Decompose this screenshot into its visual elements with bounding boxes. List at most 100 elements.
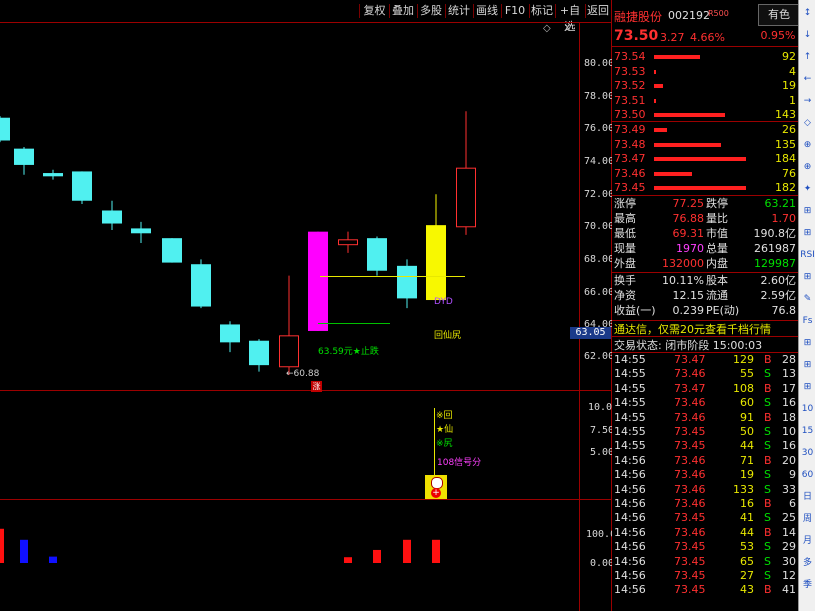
price-tick: 78.00 bbox=[584, 91, 615, 102]
sidebar-tool-9[interactable]: ⊞ bbox=[800, 204, 815, 219]
sidebar-tool-22[interactable]: 日 bbox=[800, 490, 815, 505]
tick-price: 73.46 bbox=[674, 525, 706, 539]
sell-bar bbox=[654, 98, 656, 103]
sidebar-tool-25[interactable]: 多 bbox=[800, 556, 815, 571]
tick-side: B bbox=[764, 453, 772, 467]
candle-body bbox=[72, 171, 92, 201]
tick-time: 14:56 bbox=[614, 468, 646, 482]
candle bbox=[131, 221, 151, 244]
sell-bar bbox=[654, 113, 725, 117]
candle-body bbox=[397, 265, 417, 299]
sidebar-tool-0[interactable]: ↕ bbox=[800, 6, 815, 21]
candle bbox=[102, 200, 122, 231]
candle-body bbox=[0, 117, 10, 141]
sidebar-tool-20[interactable]: 30 bbox=[800, 446, 815, 461]
tick-time: 14:56 bbox=[614, 453, 646, 467]
tick-price: 73.46 bbox=[674, 468, 706, 482]
volume-bar bbox=[373, 549, 381, 563]
price-tick: 68.00 bbox=[584, 254, 615, 265]
price-tick: 66.00 bbox=[584, 287, 615, 298]
candle bbox=[0, 116, 10, 143]
sidebar-tool-4[interactable]: → bbox=[800, 94, 815, 109]
stat-label: 总量 bbox=[706, 242, 728, 255]
volume-bar bbox=[49, 556, 57, 563]
tick-count: 14 bbox=[782, 525, 796, 539]
volume-bar bbox=[403, 539, 411, 563]
sidebar-tool-18[interactable]: 10 bbox=[800, 402, 815, 417]
tick-volume: 53 bbox=[740, 540, 754, 554]
tick-price: 73.47 bbox=[674, 381, 706, 395]
tick-row: 14:55 73.46 60 S 16 bbox=[612, 396, 798, 410]
tick-volume: 71 bbox=[740, 453, 754, 467]
tick-side: B bbox=[764, 381, 772, 395]
r-tag: R500 bbox=[708, 9, 729, 18]
sidebar-tool-5[interactable]: ◇ bbox=[800, 116, 815, 131]
tick-row: 14:55 73.46 91 B 18 bbox=[612, 411, 798, 425]
candle-body bbox=[131, 228, 151, 234]
sidebar-tool-16[interactable]: ⊞ bbox=[800, 358, 815, 373]
tick-side: B bbox=[764, 497, 772, 510]
tick-row: 14:56 73.45 41 S 25 bbox=[612, 511, 798, 525]
sidebar-tool-7[interactable]: ⊕ bbox=[800, 160, 815, 175]
tick-price: 73.45 bbox=[674, 511, 706, 525]
sidebar-tool-26[interactable]: 季 bbox=[800, 578, 815, 593]
sidebar-tool-1[interactable]: ↓ bbox=[800, 28, 815, 43]
sidebar-tool-11[interactable]: RSI bbox=[800, 248, 815, 263]
tick-time: 14:56 bbox=[614, 583, 646, 597]
tick-price: 73.46 bbox=[674, 497, 706, 510]
tick-volume: 41 bbox=[740, 511, 754, 525]
tick-count: 17 bbox=[782, 381, 796, 395]
sidebar-tool-17[interactable]: ⊞ bbox=[800, 380, 815, 395]
stock-code: 002192 bbox=[668, 9, 710, 22]
candle bbox=[72, 171, 92, 204]
tick-row: 14:56 73.45 65 S 30 bbox=[612, 555, 798, 569]
tick-time: 14:56 bbox=[614, 540, 646, 554]
sector-tag-button[interactable]: 有色 bbox=[758, 4, 800, 26]
sidebar-tool-23[interactable]: 周 bbox=[800, 512, 815, 527]
candle bbox=[220, 321, 240, 353]
sidebar-tool-13[interactable]: ✎ bbox=[800, 292, 815, 307]
sidebar-tool-14[interactable]: Fs bbox=[800, 314, 815, 329]
tick-time: 14:56 bbox=[614, 511, 646, 525]
sidebar-tool-2[interactable]: ↑ bbox=[800, 50, 815, 65]
price-tick: 76.00 bbox=[584, 123, 615, 134]
tick-volume: 108 bbox=[733, 381, 754, 395]
tick-side: S bbox=[764, 569, 771, 582]
candle bbox=[367, 236, 387, 276]
sidebar-tool-21[interactable]: 60 bbox=[800, 468, 815, 483]
price-tick: 70.00 bbox=[584, 221, 615, 232]
tick-volume: 133 bbox=[733, 482, 754, 496]
price-axis-border bbox=[579, 22, 580, 611]
stat-label: 净资 bbox=[614, 289, 636, 302]
sidebar-tool-10[interactable]: ⊞ bbox=[800, 226, 815, 241]
sidebar-tool-8[interactable]: ✦ bbox=[800, 182, 815, 197]
sidebar-tool-6[interactable]: ⊕ bbox=[800, 138, 815, 153]
promo-banner[interactable]: 通达信，仅需20元查看千档行情 bbox=[614, 321, 771, 337]
tick-time: 14:55 bbox=[614, 381, 646, 395]
stat-row: 现量 1970 总量 261987 bbox=[612, 241, 798, 257]
sector-change-pct: 0.95% bbox=[760, 29, 796, 42]
stat-label: PE(动) bbox=[706, 304, 740, 317]
candle-body bbox=[426, 225, 446, 301]
tick-side: B bbox=[764, 525, 772, 539]
kline-chart[interactable] bbox=[0, 0, 612, 611]
tick-price: 73.45 bbox=[674, 425, 706, 438]
zhang-badge: 涨 bbox=[311, 381, 322, 392]
tick-price: 73.46 bbox=[674, 453, 706, 467]
tick-time: 14:55 bbox=[614, 353, 646, 366]
stat-value: 77.25 bbox=[672, 197, 705, 210]
sidebar-tool-15[interactable]: ⊞ bbox=[800, 336, 815, 351]
buy-volume: 182 bbox=[775, 181, 796, 194]
stat-label: 跌停 bbox=[706, 197, 728, 210]
buy-row[interactable]: 73.45 182 bbox=[612, 180, 798, 196]
sidebar-tool-3[interactable]: ← bbox=[800, 72, 815, 87]
buy-bar bbox=[654, 171, 692, 176]
tick-time: 14:55 bbox=[614, 367, 646, 381]
indicator-tick: 5.00 bbox=[590, 447, 615, 458]
sidebar-tool-19[interactable]: 15 bbox=[800, 424, 815, 439]
tick-side: S bbox=[764, 540, 771, 554]
sidebar-tool-12[interactable]: ⊞ bbox=[800, 270, 815, 285]
sidebar-tool-24[interactable]: 月 bbox=[800, 534, 815, 549]
stop-label: 63.59元★止跌 bbox=[318, 347, 379, 357]
candle bbox=[338, 231, 358, 253]
